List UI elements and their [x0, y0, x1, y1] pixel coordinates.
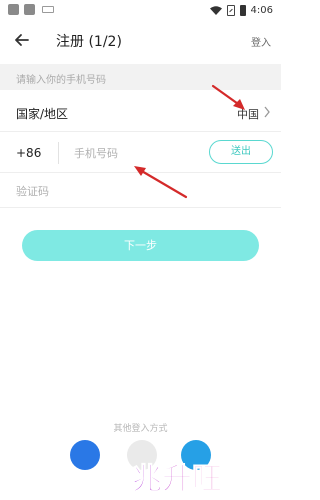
- no-sim-icon: [226, 4, 235, 16]
- phone-input[interactable]: [74, 144, 194, 162]
- country-region-row[interactable]: 国家/地区 中国: [0, 92, 281, 132]
- verification-code-input[interactable]: [16, 182, 216, 200]
- divider: [58, 142, 59, 164]
- app-header: 注册 (1/2) 登入: [0, 24, 281, 60]
- country-value: 中国: [237, 108, 259, 121]
- status-time: 4:06: [250, 4, 273, 16]
- keyboard-icon: [42, 6, 54, 13]
- watermark-logo: 兆升旺: [132, 462, 222, 497]
- country-code[interactable]: +86: [16, 146, 41, 160]
- country-label: 国家/地区: [16, 107, 69, 121]
- other-login-label: 其他登入方式: [113, 424, 168, 434]
- hint-band: 请输入你的手机号码: [0, 64, 281, 90]
- chevron-right-icon: [264, 106, 270, 118]
- wifi-icon: [209, 5, 222, 15]
- back-arrow-icon[interactable]: [12, 30, 32, 50]
- register-screen: 4:06 注册 (1/2) 登入 请输入你的手机号码 国家/地区 中国 +86 …: [0, 0, 281, 500]
- next-button[interactable]: 下一步: [22, 230, 259, 261]
- phone-hint: 请输入你的手机号码: [16, 75, 106, 86]
- code-row: [0, 174, 281, 208]
- send-code-button[interactable]: 送出: [209, 140, 273, 164]
- login-link[interactable]: 登入: [251, 34, 271, 49]
- page-title: 注册 (1/2): [56, 34, 122, 50]
- battery-icon: [239, 4, 246, 16]
- status-bar: 4:06: [0, 0, 281, 20]
- notification-icon: [8, 4, 19, 15]
- status-indicators: 4:06: [209, 3, 273, 17]
- svg-text:兆升旺: 兆升旺: [132, 462, 222, 496]
- facebook-login-icon[interactable]: [70, 440, 100, 470]
- notification-icon: [24, 4, 35, 15]
